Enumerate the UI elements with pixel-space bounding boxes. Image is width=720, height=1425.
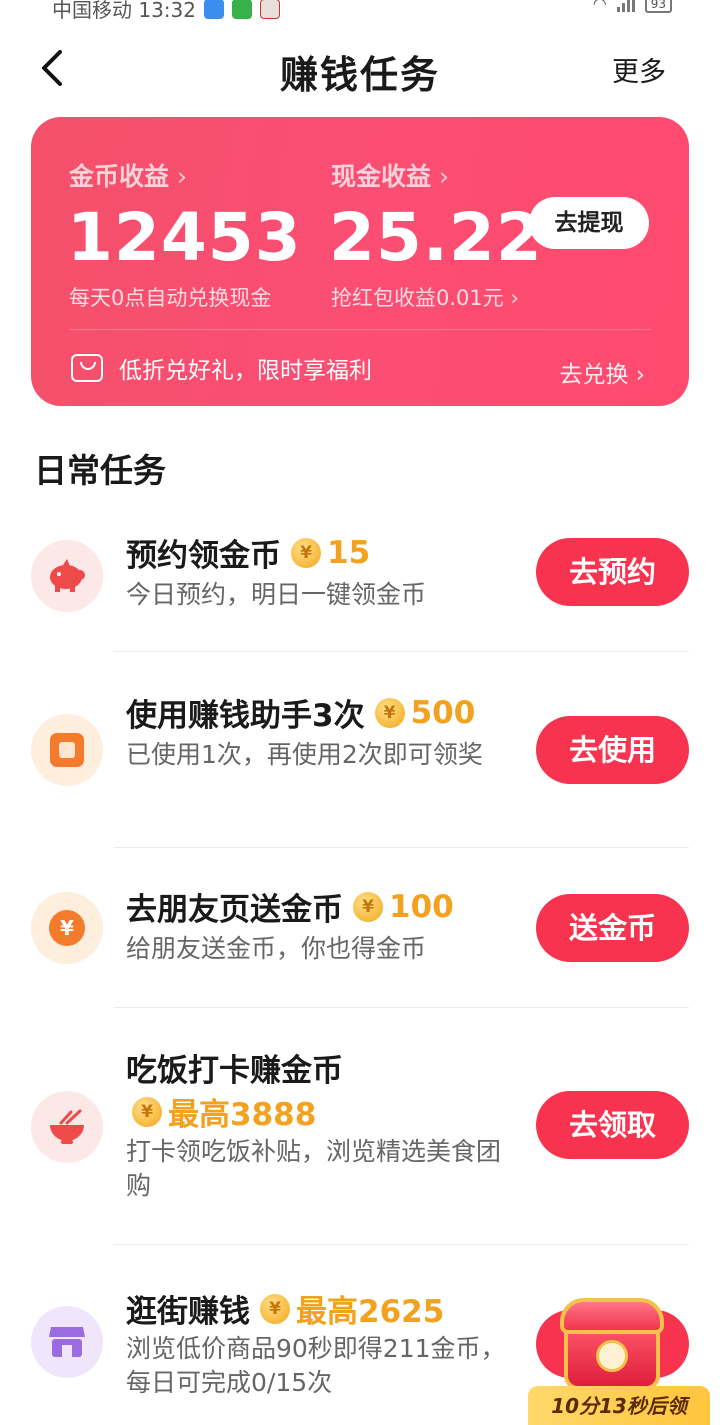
carrier-time: 中国移动 13:32 [52, 0, 196, 22]
chevron-right-icon: › [177, 162, 188, 191]
row-divider [114, 1007, 689, 1008]
gold-coin-icon: ¥ [291, 537, 321, 568]
shopping-bag-icon [71, 354, 103, 382]
piggy-bank-icon [31, 540, 103, 612]
shop-icon [31, 1306, 103, 1378]
task-reward: 100 [389, 888, 454, 925]
task-reward: 最高2625 [296, 1294, 445, 1330]
battery-indicator: 93 [644, 0, 672, 13]
row-divider [114, 847, 689, 848]
app-notification-icon [260, 0, 280, 19]
card-divider [69, 329, 651, 330]
gold-coin-icon: ¥ [132, 1096, 162, 1127]
task-title: 使用赚钱助手3次 [126, 698, 365, 734]
coin-earnings-label: 金币收益 [69, 162, 170, 191]
chest-countdown: 10分13秒后领 [528, 1386, 710, 1425]
task-reward: 15 [327, 534, 371, 571]
send-coins-button[interactable]: 送金币 [536, 894, 689, 962]
status-bar: 中国移动 13:32 ◠ 93 [0, 0, 720, 22]
redeem-link[interactable]: 去兑换 › [559, 355, 645, 389]
task-description: 浏览低价商品90秒即得211金币，每日可完成0/15次 [126, 1334, 506, 1397]
chevron-right-icon: › [439, 162, 450, 191]
daily-tasks-title: 日常任务 [34, 451, 166, 490]
row-divider [114, 1244, 689, 1245]
earnings-card: 金币收益 › 12453 每天0点自动兑换现金 现金收益 › 25.22 抢红包收益… [31, 117, 689, 406]
reserve-button[interactable]: 去预约 [536, 538, 689, 606]
cash-earnings-link[interactable]: 现金收益 › [331, 157, 449, 193]
promo-text: 低折兑好礼，限时享福利 [119, 358, 372, 384]
task-title: 吃饭打卡赚金币 [126, 1053, 343, 1089]
task-reward: 500 [410, 694, 476, 731]
task-description: 打卡领吃饭补贴，浏览精选美食团购 [126, 1137, 502, 1200]
row-divider [114, 651, 689, 652]
task-description: 已使用1次，再使用2次即可领奖 [126, 740, 483, 769]
app-notification-icon [204, 0, 224, 19]
task-title: 逛街赚钱 [126, 1294, 250, 1330]
assistant-icon [31, 714, 103, 786]
gold-coin-icon: ¥ [353, 891, 383, 922]
chevron-right-icon: › [635, 362, 645, 388]
red-packet-earnings-link[interactable]: 抢红包收益0.01元 › [331, 282, 519, 312]
coin-earnings-note: 每天0点自动兑换现金 [69, 286, 272, 310]
header: 赚钱任务 更多 [0, 40, 720, 97]
gold-coin-icon: ¥ [260, 1293, 290, 1324]
yuan-coin-icon: ¥ [31, 892, 103, 964]
app-notification-icon [232, 0, 252, 19]
claim-button[interactable]: 去领取 [536, 1091, 689, 1159]
task-reward: 最高3888 [168, 1097, 317, 1133]
chevron-right-icon: › [510, 286, 519, 310]
signal-icon [616, 0, 635, 12]
wifi-icon: ◠ [592, 0, 607, 13]
promo-banner[interactable]: 低折兑好礼，限时享福利 [71, 351, 372, 385]
coin-earnings-link[interactable]: 金币收益 › [69, 157, 187, 193]
task-title: 去朋友页送金币 [126, 892, 343, 928]
task-title: 预约领金币 [126, 538, 281, 574]
task-description: 给朋友送金币，你也得金币 [126, 934, 427, 963]
svg-text:¥: ¥ [60, 916, 74, 940]
redeem-label: 去兑换 [559, 362, 629, 388]
cash-earnings-value: 25.22 [329, 199, 543, 276]
red-packet-earnings-label: 抢红包收益0.01元 [331, 286, 504, 310]
cash-earnings-label: 现金收益 [331, 162, 432, 191]
gold-coin-icon: ¥ [374, 697, 405, 728]
withdraw-button[interactable]: 去提现 [529, 197, 649, 249]
treasure-chest-icon[interactable] [556, 1292, 666, 1392]
more-button[interactable]: 更多 [612, 50, 666, 89]
bowl-icon [31, 1091, 103, 1163]
coin-earnings-value: 12453 [67, 199, 302, 276]
use-assistant-button[interactable]: 去使用 [536, 716, 689, 784]
task-description: 今日预约，明日一键领金币 [126, 580, 427, 609]
